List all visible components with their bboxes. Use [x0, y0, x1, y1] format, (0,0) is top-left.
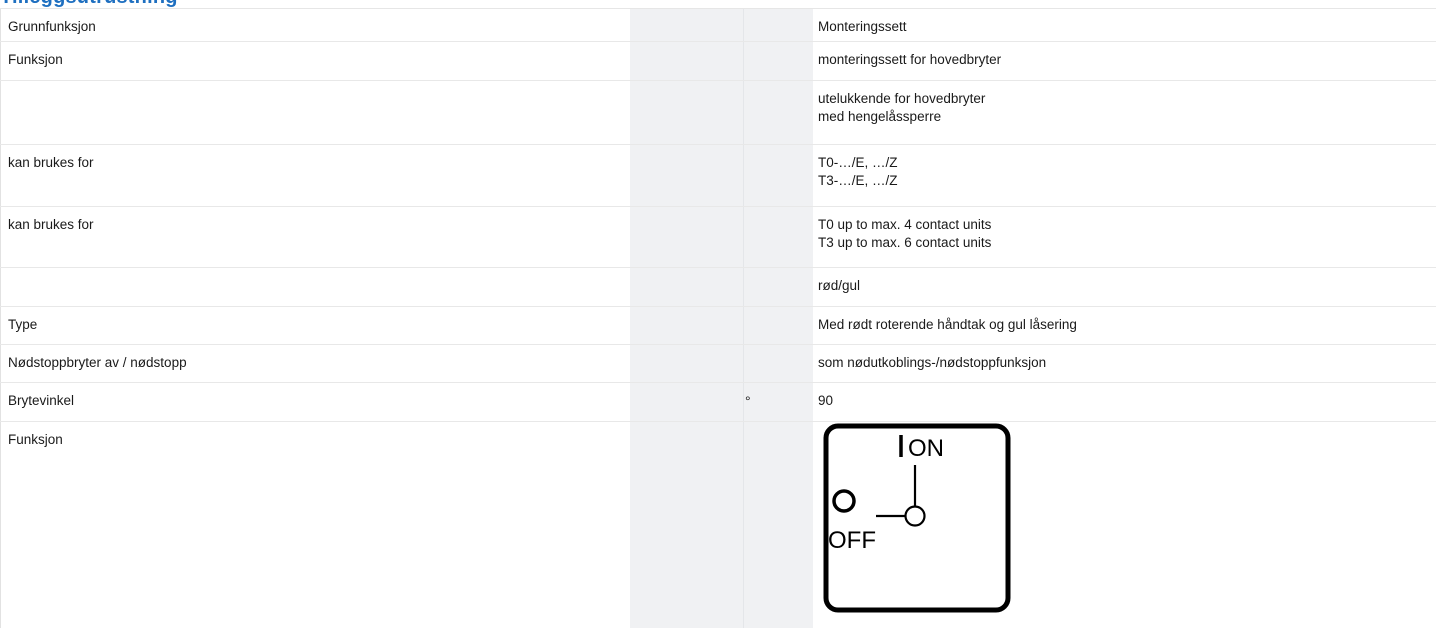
spec-table: Grunnfunksjon Monteringssett Funksjon mo… [0, 9, 1436, 632]
row-value: utelukkende for hovedbryter med hengelås… [818, 91, 986, 124]
row-value: T0 up to max. 4 contact units T3 up to m… [818, 217, 992, 250]
row-label: Brytevinkel [8, 393, 75, 408]
row-value: rød/gul [818, 278, 861, 293]
row-label: Funksjon [8, 432, 63, 447]
table-row: utelukkende for hovedbryter med hengelås… [0, 81, 1436, 145]
table-row: Grunnfunksjon Monteringssett [0, 9, 1436, 42]
table-row: Nødstoppbryter av / nødstopp som nødutko… [0, 345, 1436, 383]
table-row: Funksjon ON OFF [0, 422, 1436, 632]
row-label: Grunnfunksjon [8, 19, 96, 34]
row-value: som nødutkoblings-/nødstoppfunksjon [818, 355, 1047, 370]
row-value: T0-…/E, …/Z T3-…/E, …/Z [818, 155, 898, 188]
svg-text:ON: ON [908, 435, 944, 462]
row-label: Funksjon [8, 52, 63, 67]
row-value: Monteringssett [818, 19, 907, 34]
table-row: Funksjon monteringssett for hovedbryter [0, 42, 1436, 81]
table-row: rød/gul [0, 268, 1436, 307]
row-label: Nødstoppbryter av / nødstopp [8, 355, 187, 370]
section-title: Tilleggsutrustning [0, 0, 178, 8]
row-unit: ° [745, 393, 751, 409]
table-row: kan brukes for T0-…/E, …/Z T3-…/E, …/Z [0, 145, 1436, 207]
table-row: Brytevinkel ° 90 [0, 383, 1436, 422]
row-label: Type [8, 317, 38, 332]
row-value: 90 [818, 393, 834, 408]
row-value: monteringssett for hovedbryter [818, 52, 1002, 67]
switch-position-diagram-icon: ON OFF [823, 423, 1013, 620]
svg-text:OFF: OFF [828, 527, 876, 554]
row-label: kan brukes for [8, 217, 94, 232]
row-label: kan brukes for [8, 155, 94, 170]
table-row: kan brukes for T0 up to max. 4 contact u… [0, 207, 1436, 268]
table-row: Type Med rødt roterende håndtak og gul l… [0, 307, 1436, 345]
row-value: Med rødt roterende håndtak og gul låseri… [818, 317, 1077, 332]
